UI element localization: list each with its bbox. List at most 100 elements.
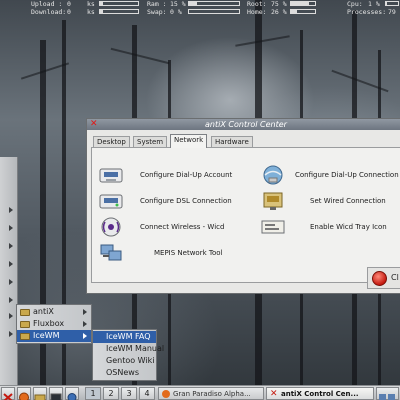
folder-icon: [20, 321, 30, 328]
configure-dialup-account[interactable]: Configure Dial-Up Account: [140, 171, 232, 180]
submenu-arrow-icon: [9, 207, 13, 213]
tray-area[interactable]: [376, 387, 399, 400]
dialup-connection-icon[interactable]: [260, 164, 286, 186]
taskbar-task[interactable]: Gran Paradiso Alpha...: [158, 387, 264, 400]
window-title: antiX Control Center: [205, 120, 287, 129]
configure-dsl-connection[interactable]: Configure DSL Connection: [140, 197, 232, 206]
submenu-arrow-icon: [9, 297, 13, 303]
submenu-arrow-icon: [9, 331, 13, 337]
antix-logo-icon: ✕: [270, 389, 278, 399]
wired-icon[interactable]: [260, 190, 286, 212]
settings-icon: [67, 393, 77, 400]
terminal-icon: [50, 393, 62, 400]
swap-label: Swap:: [147, 8, 167, 16]
start-menu-button[interactable]: [1, 387, 15, 400]
workspace-2[interactable]: 2: [103, 387, 119, 400]
network-tray-icon: [379, 394, 395, 400]
menu-item-label: IceWM: [33, 331, 60, 340]
enable-wicd-tray-icon[interactable]: Enable Wicd Tray Icon: [310, 223, 387, 232]
processes-value: 79: [388, 8, 396, 16]
ram-value: 15 %: [170, 0, 186, 8]
close-button-label: Cl: [391, 273, 399, 282]
close-icon: [372, 271, 387, 286]
upload-value: 0: [67, 0, 71, 8]
task-label: antiX Control Cen...: [281, 390, 359, 398]
download-value: 0: [67, 8, 71, 16]
folder-icon: [20, 333, 30, 340]
ram-bar: [188, 1, 240, 6]
download-label: Download:: [31, 8, 67, 16]
tree-branch: [235, 35, 290, 47]
upload-label: Upload :: [31, 0, 63, 8]
home-value: 26 %: [271, 8, 287, 16]
processes-label: Processes:: [347, 8, 387, 16]
upload-bar: [99, 1, 139, 6]
workspace-4[interactable]: 4: [139, 387, 155, 400]
folder-icon: [20, 309, 30, 316]
root-value: 75 %: [271, 0, 287, 8]
close-button[interactable]: Cl: [367, 267, 400, 289]
menu-item-osnews[interactable]: OSNews: [93, 367, 156, 379]
menu-item-antix[interactable]: antiX: [17, 306, 91, 318]
conky-monitor: Upload : 0 ks Download: 0 ks Ram : 15 % …: [0, 0, 400, 16]
cpu-label: Cpu:: [347, 0, 363, 8]
home-bar: [290, 9, 316, 14]
quick-launch-button[interactable]: [49, 387, 63, 400]
submenu-arrow-icon: [83, 333, 87, 339]
menu-item-icewm-manual[interactable]: IceWM Manual: [93, 343, 164, 355]
network-tab-panel: Configure Dial-Up Account Configure Dial…: [91, 147, 400, 283]
quick-launch-button[interactable]: [65, 387, 79, 400]
submenu-arrow-icon: [9, 261, 13, 267]
submenu-arrow-icon: [9, 243, 13, 249]
tray-icon[interactable]: [260, 216, 286, 238]
submenu-arrow-icon: [83, 321, 87, 327]
workspace-1[interactable]: 1: [85, 387, 101, 400]
menu-item-label: Fluxbox: [33, 319, 65, 328]
network-tool-icon[interactable]: [98, 242, 124, 264]
firefox-icon: [162, 390, 170, 398]
tree-branch: [110, 47, 170, 65]
swap-value: 0 %: [170, 8, 182, 16]
firefox-icon: [19, 392, 29, 400]
ram-label: Ram :: [147, 0, 167, 8]
antix-logo-icon: ✕: [90, 119, 98, 129]
root-bar: [290, 1, 316, 6]
submenu-arrow-icon: [83, 309, 87, 315]
upload-unit: ks: [87, 0, 95, 8]
swap-bar: [188, 9, 240, 14]
mepis-network-tool[interactable]: MEPIS Network Tool: [154, 249, 222, 258]
download-bar: [99, 9, 139, 14]
menu-item-fluxbox[interactable]: Fluxbox: [17, 318, 91, 330]
workspace-3[interactable]: 3: [121, 387, 137, 400]
cpu-bar: [385, 1, 399, 6]
taskbar: 1 2 3 4 Gran Paradiso Alpha... ✕ antiX C…: [0, 385, 400, 400]
home-label: Home:: [247, 8, 267, 16]
quick-launch-button[interactable]: [17, 387, 31, 400]
menu-item-label: antiX: [33, 307, 54, 316]
menu-item-icewm[interactable]: IceWM: [17, 330, 91, 342]
antix-logo-icon: [3, 393, 13, 400]
submenu-arrow-icon: [9, 279, 13, 285]
configure-dialup-connection[interactable]: Configure Dial-Up Connection: [295, 171, 399, 180]
taskbar-task-active[interactable]: ✕ antiX Control Cen...: [266, 387, 374, 400]
root-label: Root:: [247, 0, 267, 8]
connect-wireless-wicd[interactable]: Connect Wireless - Wicd: [140, 223, 224, 232]
menu-item-gentoo-wiki[interactable]: Gentoo Wiki: [93, 355, 156, 367]
window-manager-menu: antiX Fluxbox IceWM: [16, 304, 92, 344]
quick-launch-button[interactable]: [33, 387, 47, 400]
wireless-icon[interactable]: [98, 216, 124, 238]
dialup-account-icon[interactable]: [98, 164, 124, 186]
submenu-arrow-icon: [9, 313, 13, 319]
download-unit: ks: [87, 8, 95, 16]
cpu-value: 1 %: [368, 0, 380, 8]
set-wired-connection[interactable]: Set Wired Connection: [310, 197, 386, 206]
dsl-icon[interactable]: [98, 190, 124, 212]
icewm-menu: IceWM FAQ IceWM Manual Gentoo Wiki OSNew…: [92, 329, 164, 381]
menu-item-icewm-faq[interactable]: IceWM FAQ: [93, 331, 156, 343]
submenu-arrow-icon: [9, 225, 13, 231]
control-center-window: ✕ antiX Control Center Desktop System Ne…: [86, 118, 400, 294]
task-label: Gran Paradiso Alpha...: [173, 390, 251, 398]
window-titlebar[interactable]: ✕ antiX Control Center: [87, 119, 400, 130]
tab-network[interactable]: Network: [170, 134, 208, 148]
left-menu-strip: [0, 157, 18, 385]
